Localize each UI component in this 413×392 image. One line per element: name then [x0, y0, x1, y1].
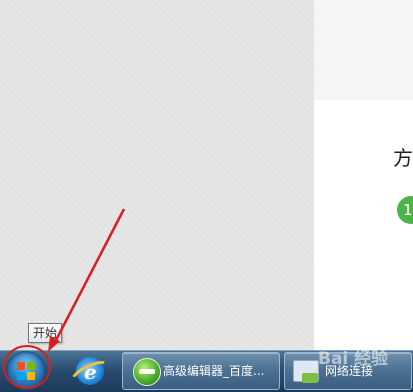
watermark: Bai 经验 — [318, 349, 389, 369]
taskbar-item-label: 高级编辑器_百度... — [163, 364, 265, 378]
desktop-background — [0, 0, 314, 350]
page-header-area — [314, 0, 413, 100]
page-heading: 方 — [393, 146, 413, 170]
start-tooltip: 开始 — [28, 323, 63, 343]
taskbar-item-browser[interactable]: 高级编辑器_百度... — [122, 352, 280, 390]
ie-letter-icon: e — [84, 360, 97, 384]
network-icon — [293, 360, 319, 383]
browser-globe-icon — [133, 358, 161, 386]
taskbar-pinned-internet-explorer[interactable]: e — [66, 354, 116, 392]
page-content-area — [314, 100, 413, 350]
highlight-circle — [3, 345, 51, 389]
